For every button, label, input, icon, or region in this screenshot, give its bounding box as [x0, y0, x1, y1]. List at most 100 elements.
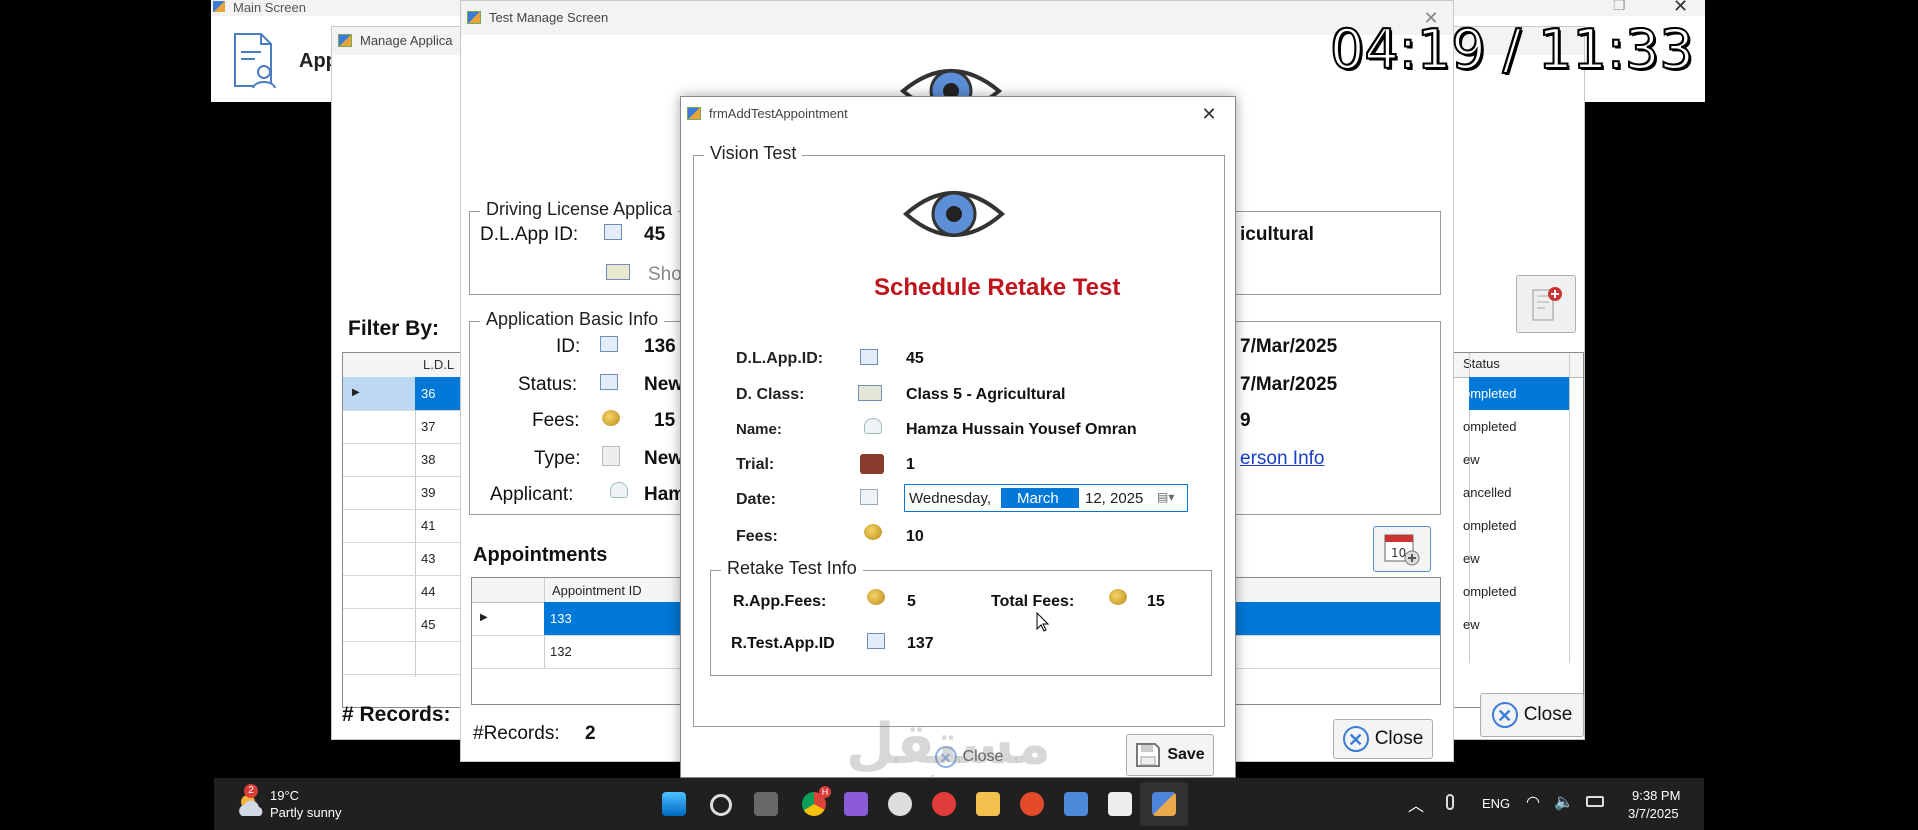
- grid-row-8[interactable]: 45: [421, 617, 435, 632]
- windows-start-icon[interactable]: [662, 792, 686, 816]
- battery-icon[interactable]: [1586, 796, 1604, 807]
- id-label: ID:: [556, 336, 581, 357]
- floppy-disk-icon: [1136, 743, 1161, 767]
- tomato-app-icon[interactable]: [1020, 792, 1044, 816]
- visual-studio-icon[interactable]: [844, 792, 868, 816]
- appt-header-id[interactable]: Appointment ID: [552, 583, 642, 598]
- total-fees-coin-icon: [1109, 589, 1127, 605]
- file-explorer-icon[interactable]: [976, 792, 1000, 816]
- dialog-class-label: D. Class:: [736, 386, 805, 403]
- grid-line: [343, 575, 463, 576]
- tray-chevron-icon[interactable]: ︿: [1408, 792, 1424, 816]
- type-value: New: [644, 448, 684, 469]
- status-row-7[interactable]: ompleted: [1463, 584, 1516, 599]
- license-card-icon: [606, 264, 630, 280]
- basic-info-title: Application Basic Info: [480, 309, 665, 330]
- total-fees-label: Total Fees:: [991, 593, 1075, 610]
- status-row-5[interactable]: ompleted: [1463, 518, 1516, 533]
- microphone-icon[interactable]: [1446, 794, 1454, 810]
- manage-close-label: Close: [1523, 704, 1573, 725]
- appt-row-1[interactable]: 133: [550, 611, 572, 626]
- id-card-icon: [604, 224, 622, 240]
- save-button[interactable]: Save: [1126, 734, 1214, 776]
- grid-row-7[interactable]: 44: [421, 584, 435, 599]
- created-date-fragment: 7/Mar/2025: [1240, 336, 1338, 357]
- date-picker[interactable]: Wednesday, March 12, 2025 ▤▾: [904, 484, 1188, 512]
- type-icon: [602, 446, 620, 466]
- svg-text:10: 10: [1391, 546, 1406, 560]
- dialog-fees-value: 10: [906, 528, 924, 545]
- grid-header-ldl[interactable]: L.D.L: [423, 357, 454, 372]
- applicant-person-icon: [610, 482, 628, 498]
- volume-icon[interactable]: 🔈: [1554, 792, 1574, 812]
- grid-row-5[interactable]: 41: [421, 518, 435, 533]
- status-row-3[interactable]: ew: [1463, 452, 1480, 467]
- clock-date[interactable]: 3/7/2025: [1628, 806, 1679, 821]
- dialog-calendar-icon: [860, 489, 878, 505]
- grid-row-4[interactable]: 39: [421, 485, 435, 500]
- watermark-arabic: مستقل: [846, 712, 1051, 777]
- grid-line: [343, 542, 463, 543]
- manage-app-title: Manage Applica: [360, 33, 453, 48]
- dialog-trial-icon: [860, 454, 884, 474]
- date-dropdown-icon[interactable]: ▤▾: [1157, 490, 1174, 504]
- clock-time[interactable]: 9:38 PM: [1632, 788, 1680, 803]
- applications-document-icon[interactable]: [231, 32, 277, 90]
- notepad-icon[interactable]: [1064, 792, 1088, 816]
- package-app-icon[interactable]: [1108, 792, 1132, 816]
- applicant-label: Applicant:: [490, 484, 574, 505]
- weather-temp[interactable]: 19°C: [270, 788, 299, 803]
- fees-label: Fees:: [532, 410, 580, 431]
- dialog-trial-value: 1: [906, 456, 915, 473]
- dialog-person-icon: [864, 418, 882, 434]
- total-fees-value: 15: [1147, 593, 1165, 610]
- github-icon[interactable]: [888, 792, 912, 816]
- add-appointment-button[interactable]: 10: [1373, 526, 1431, 572]
- date-day-year[interactable]: 12, 2025: [1085, 490, 1143, 507]
- task-view-icon[interactable]: [754, 792, 778, 816]
- r-app-fees-label: R.App.Fees:: [733, 593, 827, 610]
- grid-row-2[interactable]: 37: [421, 419, 435, 434]
- date-weekday[interactable]: Wednesday,: [909, 490, 991, 507]
- type-label: Type:: [534, 448, 581, 469]
- grid-row-1[interactable]: 36: [421, 386, 435, 401]
- language-indicator[interactable]: ENG: [1482, 796, 1510, 811]
- r-app-fees-coin-icon: [867, 589, 885, 605]
- search-icon[interactable]: [710, 794, 732, 816]
- weather-desc[interactable]: Partly sunny: [270, 805, 342, 820]
- status-icon: [600, 374, 618, 390]
- retake-group-title: Retake Test Info: [721, 558, 863, 579]
- date-month[interactable]: March: [1017, 490, 1059, 507]
- appt-row-2[interactable]: 132: [550, 644, 572, 659]
- dialog-fees-label: Fees:: [736, 528, 778, 545]
- test-manage-close-button[interactable]: ✕ Close: [1333, 719, 1433, 759]
- wifi-icon[interactable]: ◠: [1526, 792, 1540, 812]
- status-row-8[interactable]: ew: [1463, 617, 1480, 632]
- save-label: Save: [1167, 746, 1205, 763]
- wps-office-icon[interactable]: [932, 792, 956, 816]
- status-row-6[interactable]: ew: [1463, 551, 1480, 566]
- status-row-4[interactable]: ancelled: [1463, 485, 1511, 500]
- close-circle-icon: ✕: [1491, 702, 1518, 728]
- grid-row-3[interactable]: 38: [421, 452, 435, 467]
- status-row-1[interactable]: ompleted: [1463, 386, 1516, 401]
- calendar-add-icon: 10: [1384, 534, 1420, 566]
- grid-row-6[interactable]: 43: [421, 551, 435, 566]
- dialog-titlebar: frmAddTestAppointment ✕: [681, 97, 1235, 131]
- dl-group-title: Driving License Applica: [480, 199, 679, 220]
- dialog-name-value: Hamza Hussain Yousef Omran: [906, 421, 1137, 438]
- status-row-2[interactable]: ompleted: [1463, 419, 1516, 434]
- dialog-app-icon: [687, 107, 701, 120]
- restore-icon[interactable]: ❐: [1613, 0, 1626, 14]
- r-test-app-id-label: R.Test.App.ID: [731, 635, 835, 652]
- dialog-close-icon[interactable]: ✕: [1191, 99, 1227, 129]
- dialog-name-label: Name:: [736, 421, 782, 438]
- person-info-link[interactable]: erson Info: [1240, 448, 1325, 470]
- add-application-button[interactable]: [1516, 275, 1576, 333]
- user-fragment: 9: [1240, 410, 1251, 431]
- manage-close-button[interactable]: ✕ Close: [1480, 693, 1584, 737]
- add-document-icon: [1532, 287, 1562, 321]
- test-manage-icon: [467, 11, 481, 24]
- grid-row-arrow: ▶: [352, 387, 360, 398]
- main-close-icon[interactable]: ✕: [1673, 0, 1688, 17]
